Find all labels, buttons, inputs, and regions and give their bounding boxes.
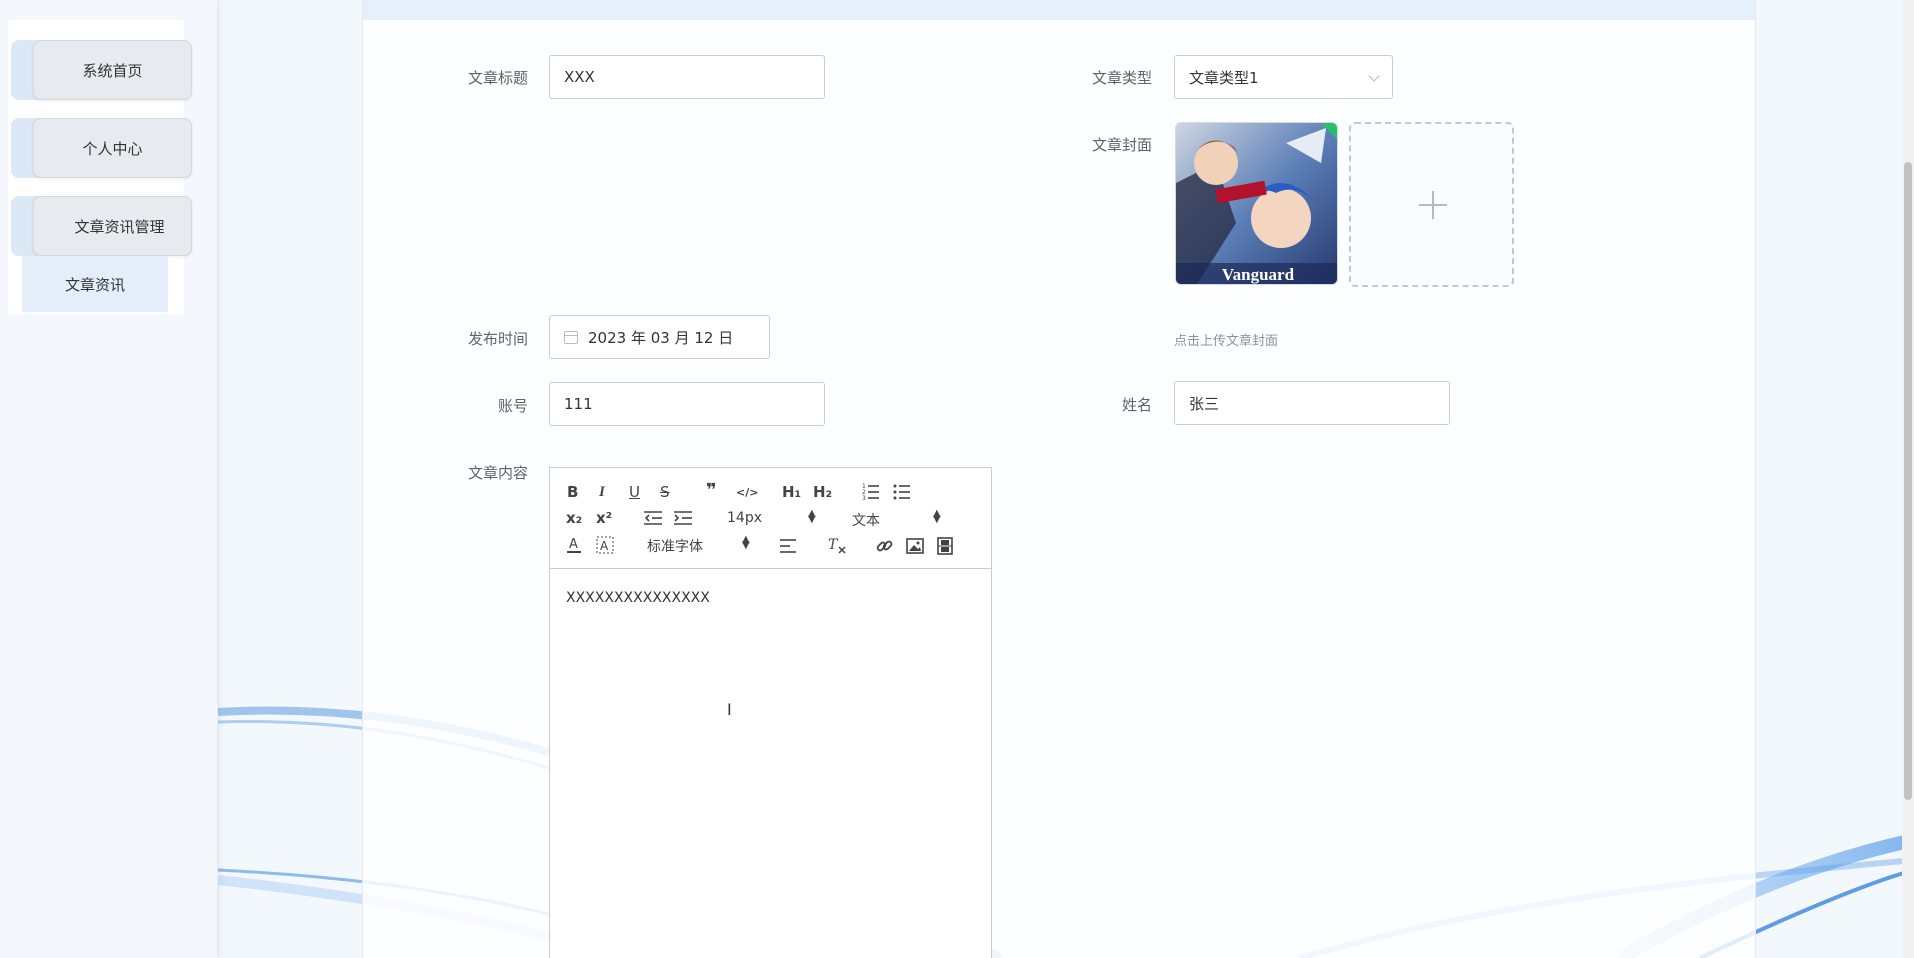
svg-text:A: A: [569, 537, 578, 552]
outdent-icon[interactable]: [644, 510, 662, 526]
underline-button[interactable]: U: [629, 483, 640, 501]
account-input[interactable]: 111: [549, 382, 825, 426]
type-select-value: 文章类型1: [1189, 68, 1259, 87]
form: 文章标题 XXX 文章类型 文章类型1 文章封面 Vanguard 点击上传文章…: [0, 0, 1914, 958]
bold-button[interactable]: B: [567, 483, 578, 501]
content-label: 文章内容: [467, 464, 528, 482]
superscript-button[interactable]: x²: [596, 509, 612, 527]
name-input[interactable]: 张三: [1174, 381, 1450, 425]
clear-format-icon[interactable]: T: [828, 536, 846, 554]
svg-text:T: T: [828, 537, 839, 553]
type-label: 文章类型: [1091, 69, 1152, 87]
publish-time-picker[interactable]: 2023 年 03 月 12 日: [549, 315, 770, 359]
ordered-list-icon[interactable]: 1 2 3: [862, 482, 880, 500]
upload-tip: 点击上传文章封面: [1174, 334, 1279, 349]
font-size-select[interactable]: 14px: [727, 510, 762, 526]
cover-label: 文章封面: [1091, 136, 1152, 154]
image-icon[interactable]: [906, 538, 924, 554]
title-input[interactable]: XXX: [549, 55, 825, 99]
type-select[interactable]: 文章类型1: [1174, 55, 1393, 99]
svg-text:A: A: [600, 539, 609, 553]
strikethrough-button[interactable]: S: [660, 483, 670, 501]
font-color-icon[interactable]: A: [567, 536, 583, 554]
cover-image[interactable]: Vanguard: [1175, 122, 1338, 285]
scrollbar-thumb[interactable]: [1904, 162, 1912, 800]
font-size-arrows-icon: ▲ ▼: [808, 508, 816, 525]
text-cursor-icon: I: [727, 700, 732, 719]
font-family-arrows-icon: ▲ ▼: [742, 534, 750, 551]
chevron-down-icon: [1368, 70, 1380, 82]
account-label: 账号: [497, 397, 528, 415]
subscript-button[interactable]: x₂: [566, 509, 582, 527]
video-icon[interactable]: [937, 537, 953, 555]
header-arrows-icon: ▲ ▼: [933, 508, 941, 525]
h2-button[interactable]: H₂: [813, 483, 832, 501]
publish-time-value: 2023 年 03 月 12 日: [588, 328, 734, 347]
h1-button[interactable]: H₁: [782, 483, 801, 501]
svg-text:3: 3: [862, 495, 866, 500]
bullet-list-icon[interactable]: [893, 482, 911, 500]
calendar-icon: [564, 330, 578, 344]
header-select[interactable]: 文本: [852, 510, 880, 530]
publish-time-label: 发布时间: [467, 330, 528, 348]
align-left-icon[interactable]: [780, 538, 798, 554]
upload-cover-button[interactable]: [1349, 122, 1514, 287]
link-icon[interactable]: [876, 537, 894, 555]
code-block-button[interactable]: </>: [736, 484, 758, 502]
indent-icon[interactable]: [674, 510, 692, 526]
plus-icon-vertical: [1432, 191, 1434, 219]
font-family-select[interactable]: 标准字体: [647, 536, 703, 556]
editor-toolbar: B I U S ❞ </> H₁ H₂ 1 2 3 x₂ x² 14px ▲ ▼…: [550, 468, 991, 569]
rich-text-editor: B I U S ❞ </> H₁ H₂ 1 2 3 x₂ x² 14px ▲ ▼…: [549, 467, 992, 958]
editor-content[interactable]: XXXXXXXXXXXXXXX: [566, 590, 710, 606]
cover-image-art: Vanguard: [1176, 123, 1337, 284]
title-label: 文章标题: [467, 69, 528, 87]
blockquote-button[interactable]: ❞: [706, 482, 717, 500]
page-scrollbar[interactable]: [1902, 0, 1914, 958]
cover-image-title: Vanguard: [1222, 265, 1295, 284]
italic-button[interactable]: I: [599, 483, 605, 501]
background-color-icon[interactable]: A: [596, 536, 614, 554]
name-label: 姓名: [1121, 396, 1152, 414]
